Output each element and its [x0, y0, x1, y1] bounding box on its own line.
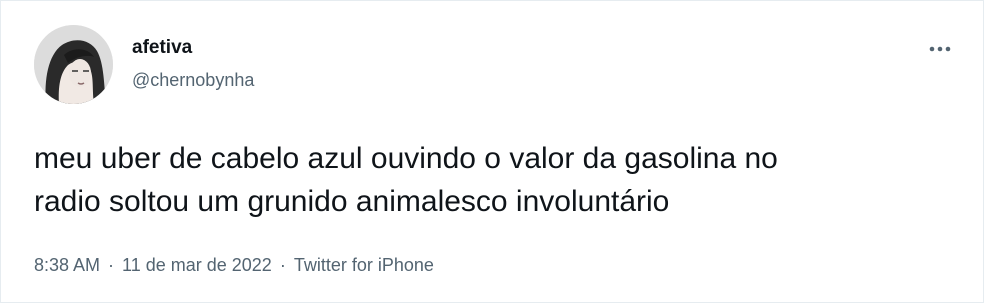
tweet-text: meu uber de cabelo azul ouvindo o valor … [34, 142, 778, 218]
separator-dot: · [108, 255, 115, 275]
display-name[interactable]: afetiva [132, 37, 192, 59]
separator-dot: · [279, 255, 286, 275]
tweet-card: afetiva @chernobynha meu uber de cabelo … [0, 0, 984, 303]
avatar-photo-icon [34, 25, 113, 104]
tweet-date[interactable]: 11 de mar de 2022 [122, 254, 272, 276]
avatar[interactable] [34, 25, 113, 104]
user-handle[interactable]: @chernobynha [132, 69, 254, 91]
more-options-icon[interactable] [923, 37, 957, 61]
tweet-metadata: 8:38 AM · 11 de mar de 2022 · Twitter fo… [34, 254, 434, 276]
tweet-source[interactable]: Twitter for iPhone [294, 254, 434, 276]
tweet-time[interactable]: 8:38 AM [34, 254, 100, 276]
